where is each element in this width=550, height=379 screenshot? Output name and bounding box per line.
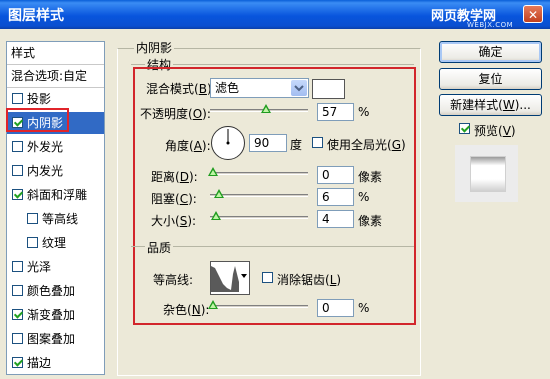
preview-swatch: [470, 156, 506, 192]
noise-slider[interactable]: [210, 305, 308, 308]
angle-input[interactable]: 90: [249, 134, 287, 152]
distance-slider[interactable]: [210, 172, 308, 175]
style-item-label: 渐变叠加: [27, 308, 76, 322]
styles-header: 样式: [7, 42, 104, 65]
style-item-checkbox[interactable]: [12, 285, 23, 296]
preview-label: 预览(V): [474, 124, 516, 138]
distance-label: 距离(D):: [151, 170, 198, 184]
style-item-checkbox[interactable]: [12, 141, 23, 152]
choke-unit: %: [358, 190, 370, 204]
angle-dial[interactable]: [210, 125, 246, 161]
style-item[interactable]: 光泽: [7, 256, 104, 278]
style-item[interactable]: 渐变叠加: [7, 304, 104, 326]
style-item-checkbox[interactable]: [27, 237, 38, 248]
chevron-down-icon: [294, 85, 304, 92]
style-item-label: 等高线: [42, 212, 79, 226]
close-button[interactable]: ✕: [523, 5, 543, 23]
blend-options-item[interactable]: 混合选项:自定: [7, 65, 104, 88]
distance-slider-thumb[interactable]: [208, 167, 218, 176]
styles-list[interactable]: 样式 混合选项:自定 投影 内阴影 外发光 内发光 斜面和浮雕 等高线 纹理 光泽 颜色叠加 渐变…: [6, 41, 105, 375]
style-item[interactable]: 图案叠加: [7, 328, 104, 350]
choke-slider-thumb[interactable]: [214, 189, 224, 198]
distance-input[interactable]: 0: [317, 166, 354, 184]
style-item-checkbox[interactable]: [12, 309, 23, 320]
opacity-label: 不透明度(O):: [140, 107, 211, 121]
style-item-label: 斜面和浮雕: [27, 188, 88, 202]
new-style-button[interactable]: 新建样式(W)...: [439, 94, 542, 116]
style-item[interactable]: 外发光: [7, 136, 104, 158]
style-item[interactable]: 投影: [7, 88, 104, 110]
style-item-label: 纹理: [42, 236, 67, 250]
style-item-checkbox[interactable]: [12, 357, 23, 368]
size-slider-thumb[interactable]: [211, 211, 221, 220]
watermark-subtext: WEBJX.COM: [467, 21, 514, 29]
style-item-label: 图案叠加: [27, 332, 76, 346]
noise-unit: %: [358, 301, 370, 315]
noise-label: 杂色(N):: [163, 303, 210, 317]
ok-button[interactable]: 确定: [439, 41, 542, 63]
blend-mode-label: 混合模式(B):: [146, 82, 216, 96]
blend-mode-dropdown-button[interactable]: [291, 80, 307, 96]
opacity-slider[interactable]: [210, 109, 308, 112]
global-light-checkbox[interactable]: [312, 137, 323, 148]
choke-label: 阻塞(C):: [151, 192, 197, 206]
style-item-checkbox[interactable]: [27, 213, 38, 224]
style-item-checkbox[interactable]: [12, 93, 23, 104]
angle-unit: 度: [290, 138, 303, 152]
close-icon: ✕: [527, 8, 539, 22]
noise-input[interactable]: 0: [317, 299, 354, 317]
global-light-label: 使用全局光(G): [327, 138, 406, 152]
antialias-label: 消除锯齿(L): [277, 273, 342, 287]
reset-button[interactable]: 复位: [439, 68, 542, 90]
style-item[interactable]: 斜面和浮雕: [7, 184, 104, 206]
style-item-label: 投影: [27, 92, 52, 106]
preview-checkbox[interactable]: [459, 123, 470, 134]
style-item-checkbox[interactable]: [12, 165, 23, 176]
style-item[interactable]: 纹理: [7, 232, 104, 254]
style-item-checkbox[interactable]: [12, 261, 23, 272]
style-item-label: 光泽: [27, 260, 52, 274]
inner-shadow-group-title: 内阴影: [134, 39, 175, 56]
style-item-checkbox[interactable]: [12, 189, 23, 200]
size-unit: 像素: [358, 214, 383, 228]
angle-label: 角度(A):: [165, 139, 211, 153]
opacity-input[interactable]: 57: [317, 103, 354, 121]
style-item-label: 内发光: [27, 164, 64, 178]
style-preview: [455, 145, 518, 202]
choke-slider[interactable]: [210, 194, 308, 197]
noise-slider-thumb[interactable]: [208, 300, 218, 309]
style-item-checkbox[interactable]: [12, 333, 23, 344]
style-item[interactable]: 描边: [7, 352, 104, 374]
quality-title: 品质: [145, 239, 174, 256]
style-item-label: 颜色叠加: [27, 284, 76, 298]
contour-curve-icon: [211, 266, 247, 292]
opacity-slider-thumb[interactable]: [260, 104, 271, 113]
size-slider[interactable]: [210, 216, 308, 219]
antialias-checkbox[interactable]: [262, 272, 273, 283]
style-item[interactable]: 等高线: [7, 208, 104, 230]
blend-mode-select[interactable]: 滤色: [210, 78, 309, 98]
inner-shadow-highlight-box: [6, 108, 69, 132]
structure-divider: [131, 64, 414, 65]
choke-input[interactable]: 6: [317, 188, 354, 206]
shadow-color-swatch[interactable]: [312, 79, 345, 99]
style-item[interactable]: 内发光: [7, 160, 104, 182]
distance-unit: 像素: [358, 170, 383, 184]
style-item-label: 描边: [27, 356, 52, 370]
quality-divider: [131, 246, 414, 248]
size-input[interactable]: 4: [317, 210, 354, 228]
opacity-unit: %: [358, 105, 370, 119]
size-label: 大小(S):: [151, 214, 197, 228]
contour-label: 等高线:: [153, 273, 194, 287]
contour-picker[interactable]: [210, 261, 250, 295]
window-title: 图层样式: [8, 8, 64, 24]
style-item-label: 外发光: [27, 140, 64, 154]
style-item[interactable]: 颜色叠加: [7, 280, 104, 302]
